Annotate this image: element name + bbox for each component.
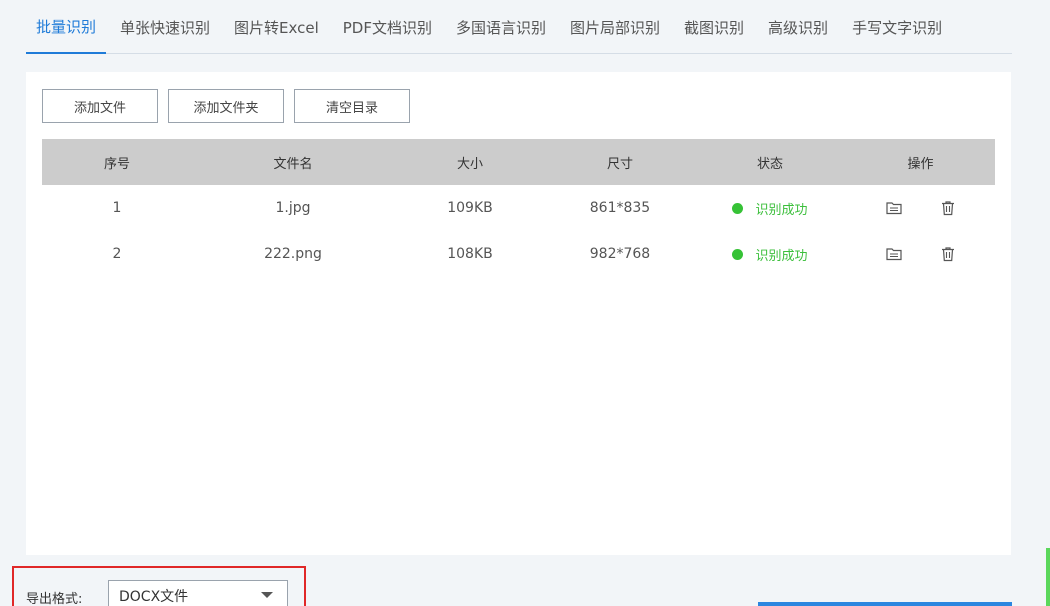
tab-bar: 批量识别 单张快速识别 图片转Excel PDF文档识别 多国语言识别 图片局部… xyxy=(26,0,1012,54)
header-dimensions: 尺寸 xyxy=(606,156,633,172)
tab-partial-recognition[interactable]: 图片局部识别 xyxy=(560,0,670,54)
toolbar: 添加文件 添加文件夹 清空目录 xyxy=(42,89,420,123)
row-size: 108KB xyxy=(447,246,493,262)
trash-icon[interactable] xyxy=(939,245,957,263)
header-filename: 文件名 xyxy=(273,156,313,172)
row-dimensions: 982*768 xyxy=(589,246,651,262)
status-badge: 识别成功 xyxy=(732,245,808,264)
table-header: 序号 文件名 大小 尺寸 状态 操作 xyxy=(42,139,995,185)
clear-list-button[interactable]: 清空目录 xyxy=(294,89,410,123)
export-format-section: 导出格式: DOCX文件 xyxy=(12,566,306,606)
status-dot-icon xyxy=(732,202,744,214)
row-actions xyxy=(846,199,995,217)
add-folder-button[interactable]: 添加文件夹 xyxy=(168,89,284,123)
tab-image-to-excel[interactable]: 图片转Excel xyxy=(224,0,329,54)
export-format-label: 导出格式: xyxy=(26,592,83,606)
row-index: 2 xyxy=(112,246,122,262)
start-button[interactable] xyxy=(758,602,1012,606)
side-edge-indicator xyxy=(1046,548,1050,606)
chevron-down-icon xyxy=(261,592,273,598)
row-size: 109KB xyxy=(447,200,493,216)
table-row: 2 222.png 108KB 982*768 识别成功 xyxy=(42,231,995,277)
table-row: 1 1.jpg 109KB 861*835 识别成功 xyxy=(42,185,995,231)
status-text: 识别成功 xyxy=(755,248,808,264)
tab-handwriting-recognition[interactable]: 手写文字识别 xyxy=(842,0,952,54)
header-size: 大小 xyxy=(456,156,483,172)
file-table: 序号 文件名 大小 尺寸 状态 操作 1 1.jpg 109KB 861*835… xyxy=(42,139,995,277)
row-status: 识别成功 xyxy=(694,199,846,218)
export-format-value: DOCX文件 xyxy=(119,589,189,605)
export-format-select[interactable]: DOCX文件 xyxy=(108,580,288,606)
tab-multi-language[interactable]: 多国语言识别 xyxy=(446,0,556,54)
header-status: 状态 xyxy=(756,156,783,172)
row-actions xyxy=(846,245,995,263)
file-panel: 添加文件 添加文件夹 清空目录 序号 文件名 大小 尺寸 状态 操作 1 1.j… xyxy=(26,72,1011,555)
add-file-button[interactable]: 添加文件 xyxy=(42,89,158,123)
tab-screenshot-recognition[interactable]: 截图识别 xyxy=(674,0,754,54)
tab-batch-recognition[interactable]: 批量识别 xyxy=(26,0,107,54)
tab-pdf-recognition[interactable]: PDF文档识别 xyxy=(333,0,442,54)
folder-open-icon[interactable] xyxy=(885,199,903,217)
status-text: 识别成功 xyxy=(755,202,808,218)
header-index: 序号 xyxy=(103,156,130,172)
folder-open-icon[interactable] xyxy=(885,245,903,263)
row-filename: 222.png xyxy=(264,246,322,262)
row-filename: 1.jpg xyxy=(275,200,311,216)
status-badge: 识别成功 xyxy=(732,199,808,218)
status-dot-icon xyxy=(732,248,744,260)
row-status: 识别成功 xyxy=(694,245,846,264)
trash-icon[interactable] xyxy=(939,199,957,217)
row-index: 1 xyxy=(112,200,122,216)
tab-advanced-recognition[interactable]: 高级识别 xyxy=(758,0,838,54)
tab-single-quick[interactable]: 单张快速识别 xyxy=(110,0,220,54)
header-actions: 操作 xyxy=(907,156,934,172)
row-dimensions: 861*835 xyxy=(589,200,651,216)
